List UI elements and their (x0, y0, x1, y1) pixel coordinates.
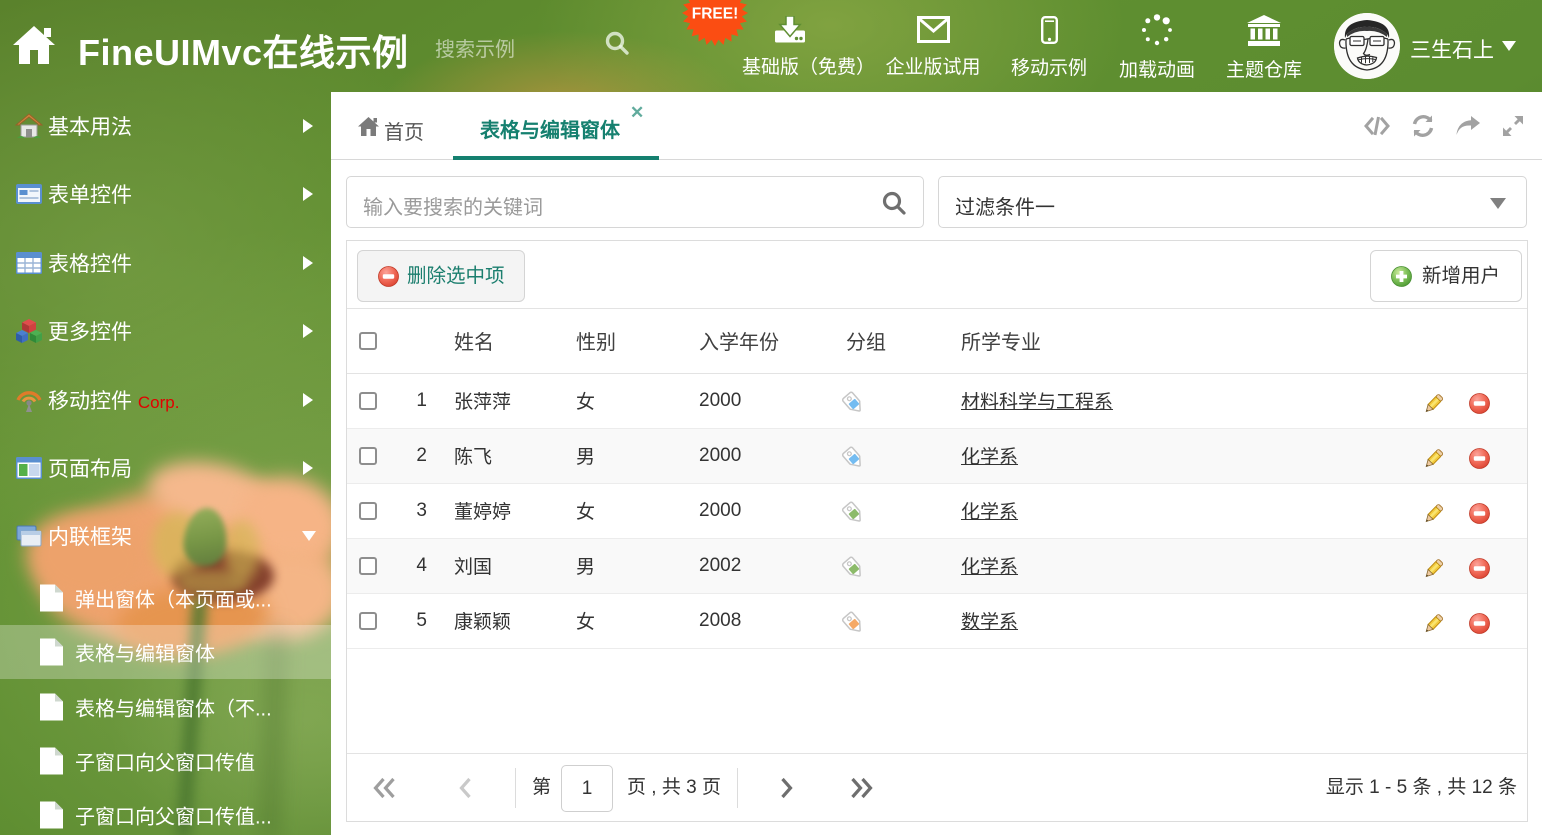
svg-text:FREE!: FREE! (692, 6, 739, 23)
